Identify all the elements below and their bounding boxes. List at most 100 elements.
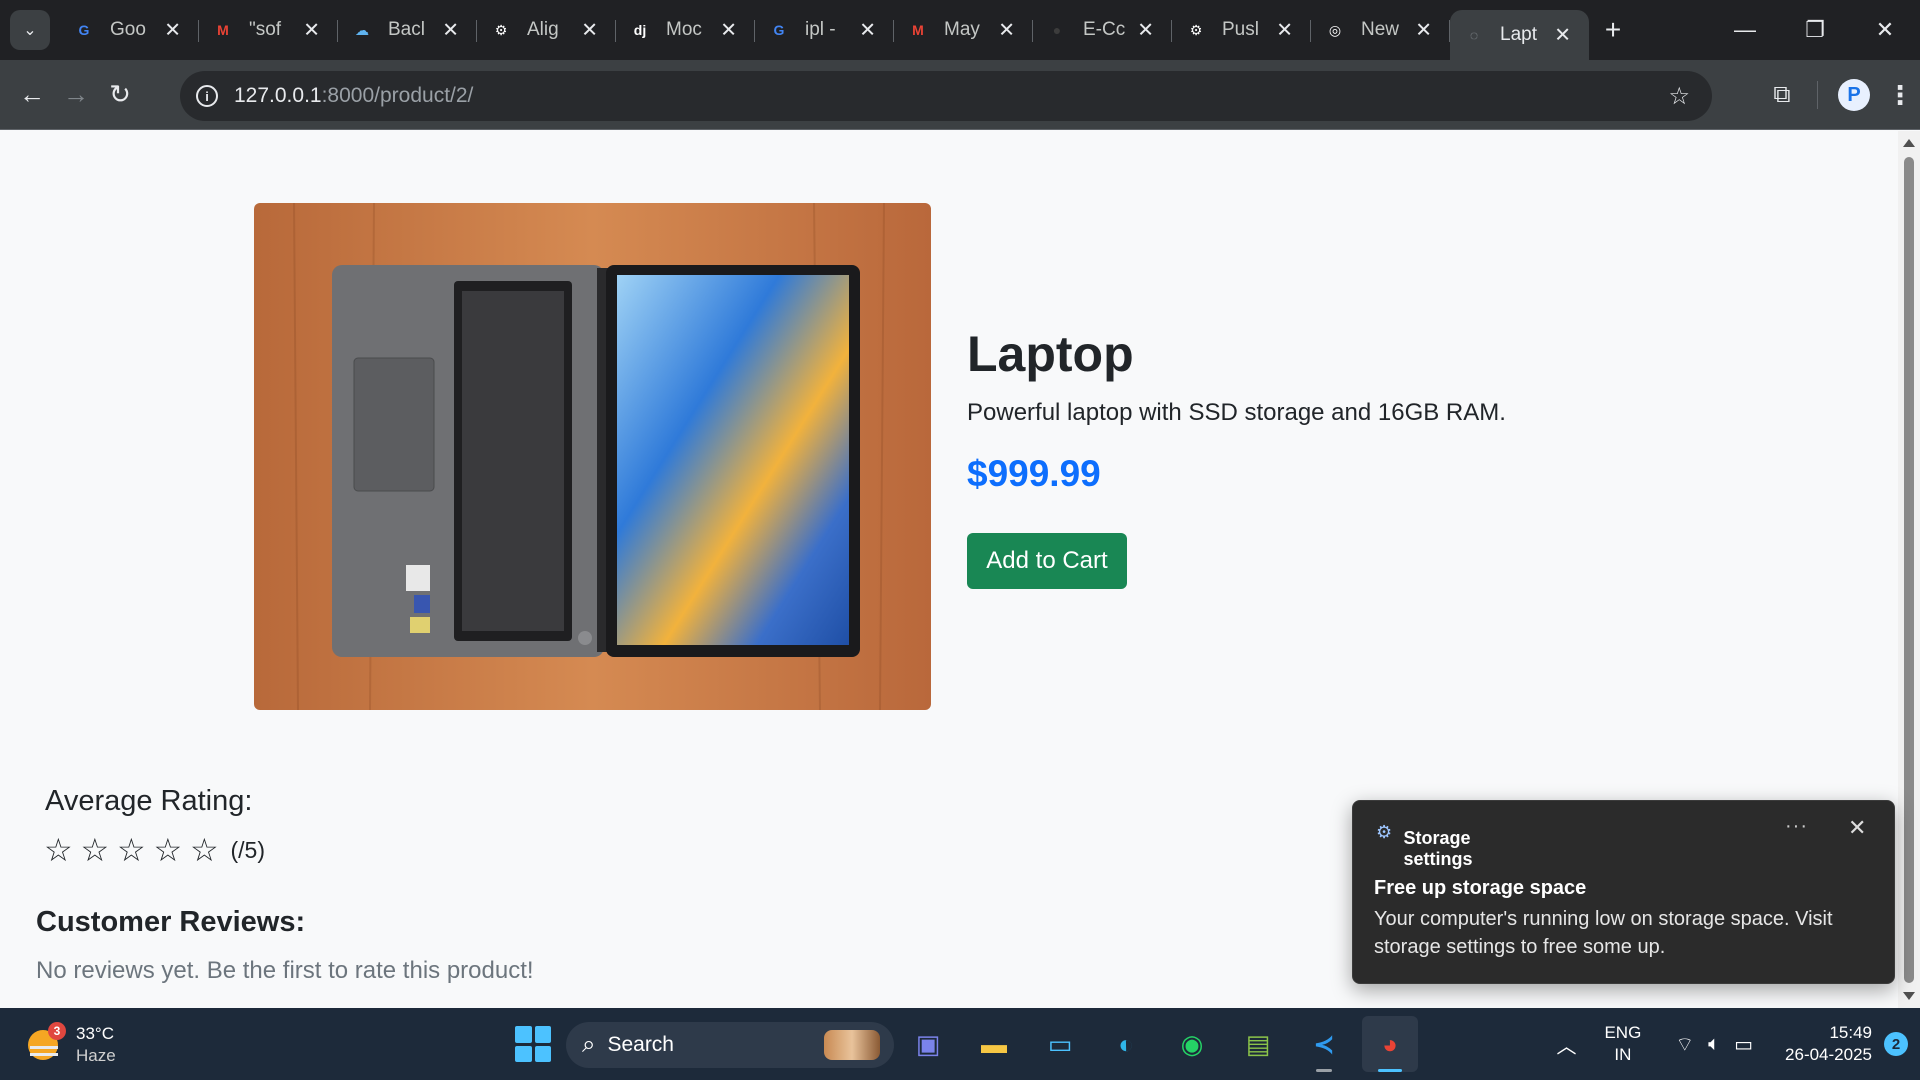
forward-button[interactable]: → <box>54 73 98 117</box>
tab-close-icon[interactable]: ✕ <box>720 18 737 43</box>
github-icon: ● <box>1052 22 1062 38</box>
tab-title: New <box>1361 19 1400 40</box>
teams-chat-icon[interactable]: ▣ <box>900 1016 956 1072</box>
search-highlight-image <box>824 1030 880 1060</box>
tab-close-icon[interactable]: ✕ <box>303 18 320 43</box>
new-tab-button[interactable]: + <box>1593 10 1633 50</box>
clock[interactable]: 15:49 26-04-2025 <box>1785 1022 1872 1066</box>
tab-close-icon[interactable]: ✕ <box>164 18 181 43</box>
star-icon[interactable]: ☆ <box>190 833 227 867</box>
google-icon: G <box>78 22 90 38</box>
minimize-button[interactable]: — <box>1710 0 1780 60</box>
tab-6[interactable]: Gipl - ✕ <box>755 0 894 60</box>
tab-11[interactable]: ◌ Lapt ✕ <box>1450 10 1589 60</box>
tab-7[interactable]: M May ✕ <box>894 0 1033 60</box>
add-to-cart-button[interactable]: Add to Cart <box>967 533 1127 589</box>
gmail-icon: M <box>912 22 924 38</box>
tab-title: Moc <box>666 19 702 40</box>
scroll-up-arrow[interactable] <box>1903 139 1915 147</box>
wifi-icon[interactable]: ⌔ <box>1675 1032 1694 1057</box>
tab-close-icon[interactable]: ✕ <box>998 18 1015 43</box>
taskbar: 3 33°C Haze ⌕ Search ▣ ▬ ▭ ◐ ◉ ▤ ≺ ◕ ︿ E… <box>0 1008 1920 1080</box>
whatsapp-icon[interactable]: ◉ <box>1164 1016 1220 1072</box>
extensions-puzzle-icon[interactable]: ⧉ <box>1757 81 1807 109</box>
notification-count-badge[interactable]: 2 <box>1884 1032 1908 1056</box>
profile-avatar[interactable]: P <box>1838 79 1870 111</box>
edge-browser-icon[interactable]: ◐ <box>1098 1016 1154 1072</box>
star-icon[interactable]: ☆ <box>44 833 81 867</box>
browser-toolbar: ← → ↻ i 127.0.0.1:8000/product/2/ ☆ ⧉ P … <box>0 60 1920 130</box>
bookmark-star-icon[interactable]: ☆ <box>1668 82 1690 111</box>
tab-close-icon[interactable]: ✕ <box>1276 18 1293 43</box>
back-button[interactable]: ← <box>10 73 54 117</box>
show-hidden-icons-chevron-icon[interactable]: ︿ <box>1556 1030 1576 1059</box>
product-description: Powerful laptop with SSD storage and 16G… <box>967 399 1506 426</box>
desktop-icon[interactable]: ▭ <box>1032 1016 1088 1072</box>
tab-2[interactable]: M "sof ✕ <box>199 0 338 60</box>
star-icon[interactable]: ☆ <box>81 833 118 867</box>
average-rating-heading: Average Rating: <box>45 785 253 817</box>
tab-list: G Goo ✕ M "sof ✕ ☁ Bacl ✕ ⚙ Alig ✕ dj Moc ✕ Gipl - ✕ M May… <box>60 0 1589 60</box>
haze-lines <box>30 1046 58 1056</box>
address-bar[interactable]: i 127.0.0.1:8000/product/2/ ☆ <box>180 71 1712 121</box>
taskbar-search-label: Search <box>607 1033 674 1056</box>
url-text[interactable]: 127.0.0.1:8000/product/2/ <box>234 84 473 108</box>
tab-close-icon[interactable]: ✕ <box>442 18 459 43</box>
tab-5[interactable]: dj Moc ✕ <box>616 0 755 60</box>
star-icon[interactable]: ☆ <box>154 833 191 867</box>
tab-title: Lapt <box>1500 24 1537 45</box>
notepad-icon[interactable]: ▤ <box>1230 1016 1286 1072</box>
scrollbar-thumb[interactable] <box>1904 157 1914 983</box>
tab-search-button[interactable]: ⌄ <box>10 10 50 50</box>
language-indicator[interactable]: ENG IN <box>1604 1022 1641 1066</box>
tab-1[interactable]: G Goo ✕ <box>60 0 199 60</box>
tab-9[interactable]: ⚙ Pusl ✕ <box>1172 0 1311 60</box>
tab-title: "sof <box>249 19 282 40</box>
product-title: Laptop <box>967 326 1134 382</box>
battery-icon[interactable]: ▭ <box>1734 1032 1753 1057</box>
plus-icon: + <box>1604 14 1622 45</box>
toast-body: Your computer's running low on storage s… <box>1374 908 1833 958</box>
scroll-down-arrow[interactable] <box>1903 992 1915 1000</box>
restore-button[interactable]: ❐ <box>1780 0 1850 60</box>
tab-close-icon[interactable]: ✕ <box>1415 18 1432 43</box>
vscode-icon[interactable]: ≺ <box>1296 1016 1352 1072</box>
tab-10[interactable]: ◎ New ✕ <box>1311 0 1450 60</box>
weather-widget[interactable]: 3 33°C Haze <box>28 1022 138 1066</box>
file-explorer-icon[interactable]: ▬ <box>966 1016 1022 1072</box>
globe-icon: ◌ <box>1469 27 1479 43</box>
taskbar-search[interactable]: ⌕ Search <box>566 1022 894 1068</box>
tab-3[interactable]: ☁ Bacl ✕ <box>338 0 477 60</box>
gmail-icon: M <box>217 22 229 38</box>
storage-notification-toast[interactable]: ⚙ Storage settings ··· ✕ Free up storage… <box>1352 800 1895 984</box>
reload-button[interactable]: ↻ <box>98 73 142 117</box>
chrome-icon[interactable]: ◕ <box>1362 1016 1418 1072</box>
toast-app-name: Storage settings <box>1403 828 1473 869</box>
tab-4[interactable]: ⚙ Alig ✕ <box>477 0 616 60</box>
star-icon[interactable]: ☆ <box>117 833 154 867</box>
weather-badge: 3 <box>48 1022 66 1040</box>
close-icon[interactable]: ✕ <box>1848 815 1866 841</box>
page-scrollbar[interactable] <box>1898 131 1920 1008</box>
tab-close-icon[interactable]: ✕ <box>581 18 598 43</box>
arrow-left-icon: ← <box>19 79 45 109</box>
google-icon: G <box>773 22 785 38</box>
tab-8[interactable]: ● E-Cc ✕ <box>1033 0 1172 60</box>
site-info-icon[interactable]: i <box>196 85 218 107</box>
tab-close-icon[interactable]: ✕ <box>859 18 876 43</box>
chatgpt-icon: ⚙ <box>494 21 508 38</box>
browser-menu-icon[interactable]: ⋮ <box>1880 80 1920 111</box>
tab-close-icon[interactable]: ✕ <box>1554 23 1571 48</box>
more-options-icon[interactable]: ··· <box>1785 815 1808 838</box>
tab-title: ipl - <box>805 19 836 40</box>
arrow-right-icon: → <box>63 79 89 109</box>
close-window-button[interactable]: ✕ <box>1850 0 1920 60</box>
start-button[interactable] <box>505 1016 561 1072</box>
clock-date: 26-04-2025 <box>1785 1045 1872 1064</box>
no-reviews-text: No reviews yet. Be the first to rate thi… <box>36 957 534 984</box>
rating-value: (/5) <box>230 836 266 863</box>
volume-icon[interactable]: 🔈︎ <box>1708 1033 1720 1056</box>
tab-close-icon[interactable]: ✕ <box>1137 18 1154 43</box>
gear-icon: ⚙ <box>1376 822 1393 842</box>
tab-title: E-Cc <box>1083 19 1125 40</box>
